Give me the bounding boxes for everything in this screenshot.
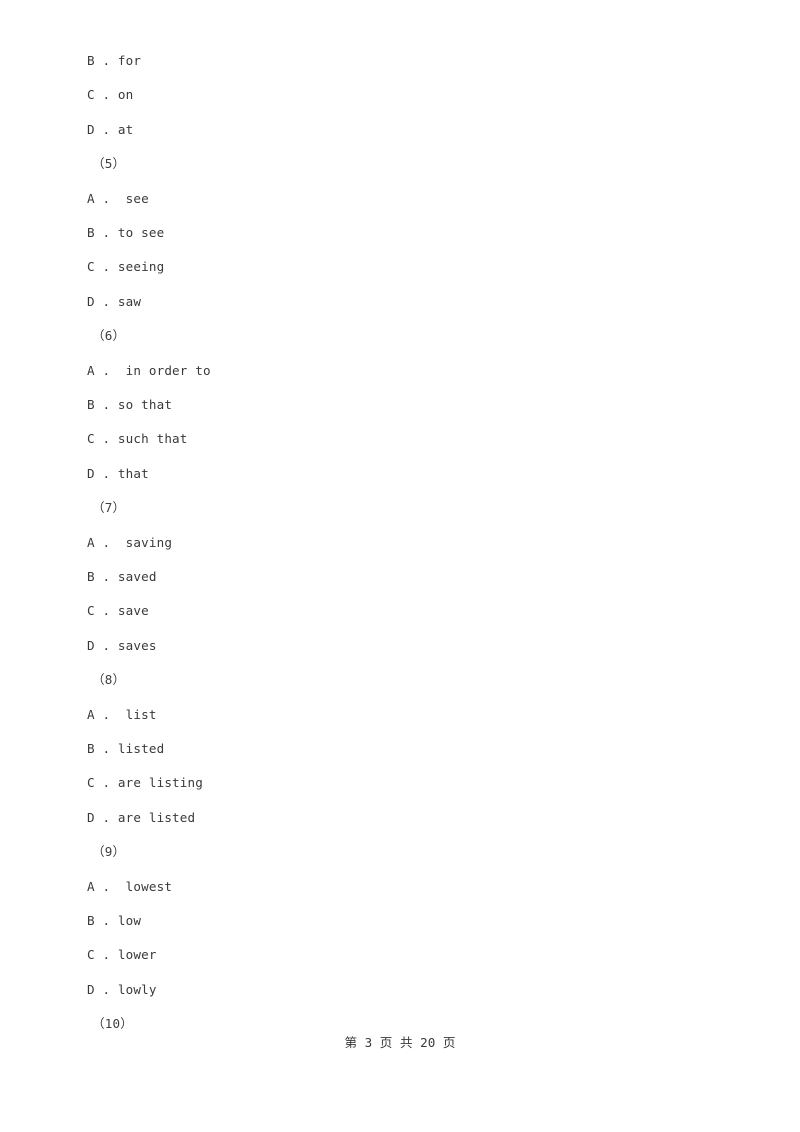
question-number: （9） <box>92 844 126 859</box>
document-page: B . for C . on D . at （5） A . see B . to see C… <box>0 0 800 1132</box>
answer-option: A . see <box>87 191 149 206</box>
answer-option: A . saving <box>87 535 173 550</box>
answer-option: D . saw <box>87 294 142 309</box>
answer-option: C . such that <box>87 431 188 446</box>
page-footer: 第 3 页 共 20 页 <box>344 1035 456 1050</box>
answer-option: B . listed <box>87 741 165 756</box>
answer-option: D . that <box>87 466 149 481</box>
question-number: （7） <box>92 500 126 515</box>
answer-option: A . in order to <box>87 363 211 378</box>
answer-option: D . are listed <box>87 810 196 825</box>
answer-option: C . are listing <box>87 775 203 790</box>
answer-option: C . seeing <box>87 259 165 274</box>
answer-option: B . to see <box>87 225 165 240</box>
question-number: （5） <box>92 156 126 171</box>
answer-option: D . saves <box>87 638 157 653</box>
question-number: （8） <box>92 672 126 687</box>
answer-option: C . on <box>87 87 134 102</box>
answer-option: C . save <box>87 603 149 618</box>
answer-option: B . so that <box>87 397 173 412</box>
answer-option: C . lower <box>87 947 157 962</box>
answer-option: B . low <box>87 913 142 928</box>
question-number: （6） <box>92 328 126 343</box>
answer-option: D . lowly <box>87 982 157 997</box>
answer-option: A . lowest <box>87 879 173 894</box>
answer-option: B . for <box>87 53 142 68</box>
answer-option: D . at <box>87 122 134 137</box>
question-number: （10） <box>92 1016 133 1031</box>
answer-option: A . list <box>87 707 157 722</box>
answer-option: B . saved <box>87 569 157 584</box>
